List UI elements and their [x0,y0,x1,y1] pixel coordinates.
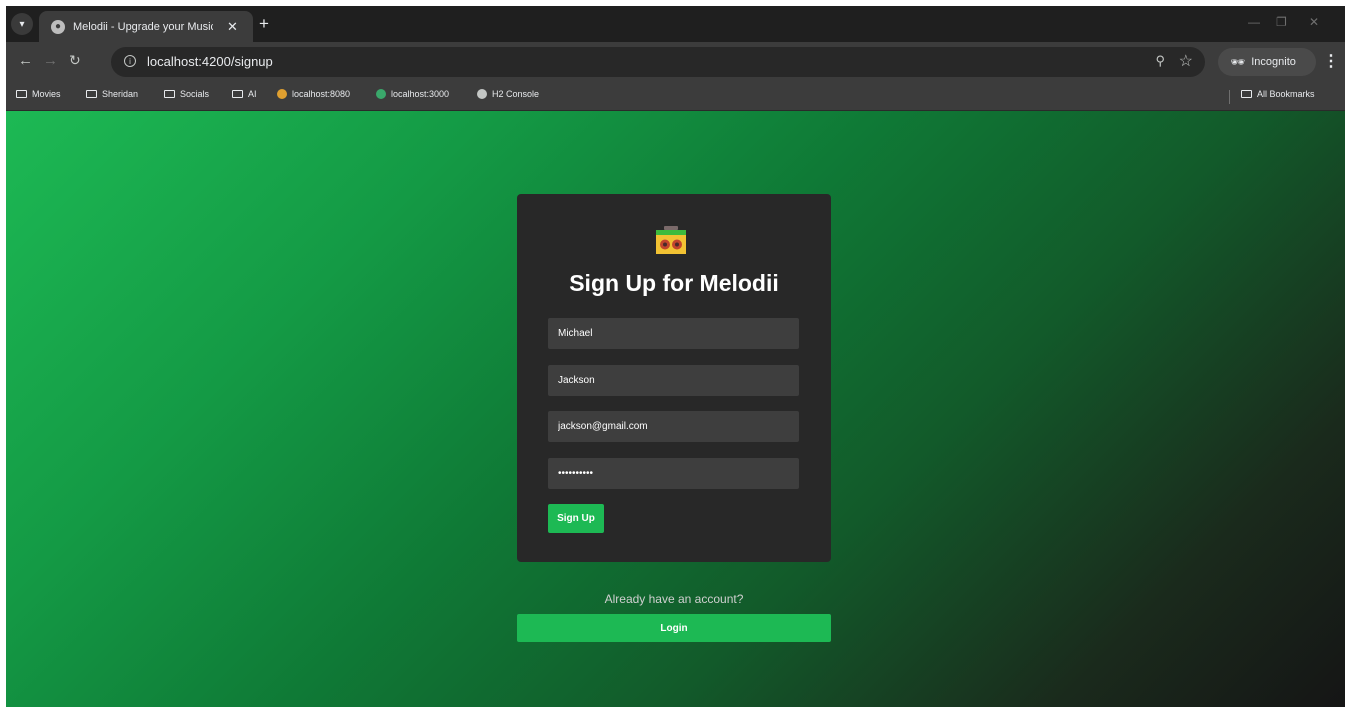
folder-icon [164,90,175,98]
bookmark-ai[interactable]: AI [232,89,257,99]
url-text[interactable]: localhost:4200/signup [147,54,273,69]
page-title: Sign Up for Melodii [569,270,779,296]
sign-up-button[interactable]: Sign Up [548,504,604,533]
bookmark-localhost-3000[interactable]: localhost:3000 [376,89,449,99]
zoom-icon[interactable]: ⚲ [1155,53,1165,69]
email-field[interactable] [548,411,799,442]
login-button[interactable]: Login [517,614,831,642]
incognito-icon: 🕶 [1230,55,1246,69]
browser-window: ▾ ● Melodii - Upgrade your Music ✕ + — ❐… [6,6,1345,707]
page-viewport: Sign Up for Melodii Sign Up Already have… [6,111,1345,707]
folder-icon [16,90,27,98]
bookmark-socials[interactable]: Socials [164,89,209,99]
bookmark-h2-console[interactable]: H2 Console [477,89,539,99]
new-tab-button[interactable]: + [259,14,269,34]
window-close-icon[interactable]: ✕ [1309,15,1319,29]
minimize-icon[interactable]: — [1248,15,1260,29]
globe-icon: ● [51,19,65,34]
restore-icon[interactable]: ❐ [1276,15,1287,29]
bookmark-movies[interactable]: Movies [16,89,61,99]
incognito-badge[interactable]: 🕶 Incognito [1218,48,1316,76]
folder-icon [86,90,97,98]
site-info-icon[interactable]: i [124,55,136,67]
tab-strip: ▾ ● Melodii - Upgrade your Music ✕ + — ❐… [6,6,1345,42]
folder-icon [232,90,243,98]
last-name-field[interactable] [548,365,799,396]
bookmarks-separator [1229,90,1230,104]
password-field[interactable] [548,458,799,489]
forward-icon[interactable]: → [43,52,58,69]
tab-melodii[interactable]: ● Melodii - Upgrade your Music ✕ [39,11,253,42]
tab-search-icon[interactable]: ▾ [11,13,33,35]
star-icon[interactable]: ☆ [1179,51,1193,71]
tab-title: Melodii - Upgrade your Music [73,20,213,33]
spring-icon [277,89,287,99]
reload-icon[interactable]: ↻ [69,52,81,69]
tab-close-icon[interactable]: ✕ [227,19,238,35]
folder-icon [1241,90,1252,98]
bookmark-localhost-8080[interactable]: localhost:8080 [277,89,350,99]
signup-card: Sign Up for Melodii Sign Up [517,194,831,562]
globe-icon [477,89,487,99]
first-name-field[interactable] [548,318,799,349]
bookmark-sheridan[interactable]: Sheridan [86,89,138,99]
all-bookmarks[interactable]: All Bookmarks [1241,89,1315,99]
menu-icon[interactable]: ⋮ [1323,51,1339,71]
bookmarks-bar: Movies Sheridan Socials AI localhost:808… [6,82,1345,111]
incognito-label: Incognito [1251,56,1296,68]
already-have-account-text: Already have an account? [604,592,744,606]
boombox-logo-icon [656,226,686,254]
back-icon[interactable]: ← [18,52,33,69]
address-bar[interactable]: i localhost:4200/signup ⚲ ☆ [111,47,1205,77]
toolbar: ← → ↻ i localhost:4200/signup ⚲ ☆ 🕶 Inco… [6,42,1345,82]
leaf-icon [376,89,386,99]
